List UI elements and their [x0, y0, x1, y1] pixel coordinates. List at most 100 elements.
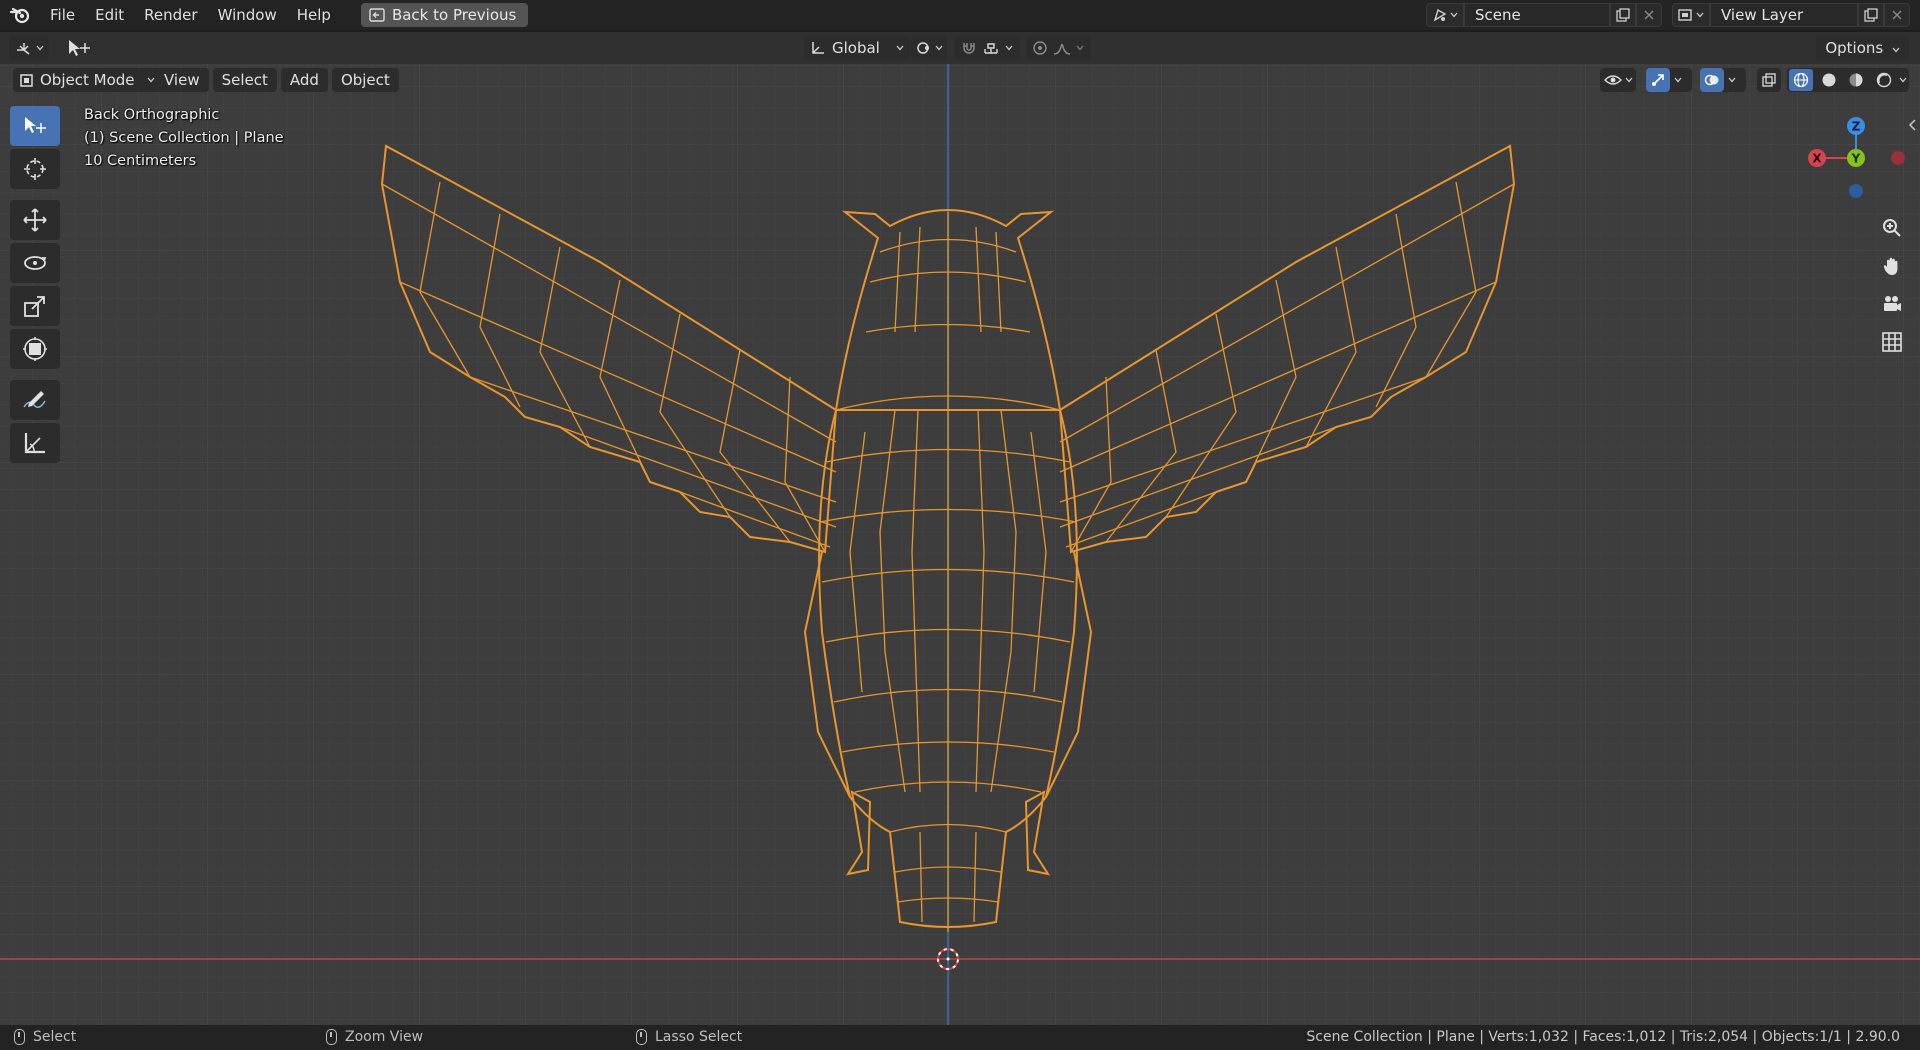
- 3d-viewport[interactable]: Back Orthographic (1) Scene Collection |…: [0, 32, 1920, 1025]
- orientation-dropdown[interactable]: Global: [804, 36, 910, 60]
- menu-object[interactable]: Object: [331, 68, 399, 92]
- shading-mode-group: [1787, 68, 1909, 92]
- view-layer-browse-button[interactable]: [1672, 3, 1710, 27]
- measure-icon[interactable]: [10, 423, 60, 463]
- scene-icon: [1433, 8, 1447, 22]
- material-shading-icon[interactable]: [1844, 69, 1868, 91]
- cursor-icon[interactable]: [10, 149, 60, 189]
- scene-name-field[interactable]: Scene: [1464, 3, 1610, 27]
- new-view-layer-button[interactable]: [1858, 3, 1884, 27]
- back-icon: [369, 8, 385, 22]
- proportional-editing-controls[interactable]: [1026, 36, 1090, 60]
- chevron-down-icon: [36, 45, 43, 51]
- chevron-down-icon: [1674, 77, 1682, 83]
- chevron-down-icon: [1892, 47, 1900, 53]
- chevron-down-icon: [1728, 77, 1736, 83]
- duplicate-icon: [1616, 8, 1630, 22]
- view-name-label: Back Orthographic: [84, 107, 220, 123]
- collection-label: (1) Scene Collection | Plane: [84, 130, 284, 146]
- blender-logo-icon[interactable]: [0, 0, 40, 30]
- new-scene-button[interactable]: [1610, 3, 1636, 27]
- menu-file[interactable]: File: [40, 0, 85, 30]
- view-layer-selector: View Layer: [1672, 3, 1910, 27]
- menu-window[interactable]: Window: [208, 0, 287, 30]
- options-label: Options: [1825, 39, 1884, 57]
- tweak-tool-icon[interactable]: [66, 38, 92, 62]
- editor-type-button[interactable]: [9, 36, 49, 60]
- menu-select[interactable]: Select: [212, 68, 277, 92]
- y-axis-label: Y: [1851, 152, 1861, 166]
- back-to-previous-label: Back to Previous: [391, 6, 517, 24]
- gizmo-icon[interactable]: [1646, 68, 1670, 92]
- navigation-buttons: [1874, 210, 1910, 362]
- solid-shading-icon[interactable]: [1817, 69, 1841, 91]
- menu-render[interactable]: Render: [134, 0, 207, 30]
- chevron-down-icon: [1899, 77, 1907, 83]
- delete-scene-button[interactable]: [1636, 3, 1662, 27]
- move-icon[interactable]: [10, 200, 60, 240]
- close-icon: [1644, 10, 1654, 20]
- xray-toggle[interactable]: [1757, 68, 1781, 92]
- status-middle-click: Zoom View: [326, 1029, 423, 1045]
- status-middle-click-label: Zoom View: [345, 1029, 424, 1045]
- status-right-click-label: Lasso Select: [655, 1029, 743, 1045]
- scene-browse-button[interactable]: [1426, 3, 1464, 27]
- status-left-click: Select: [14, 1029, 76, 1045]
- magnet-icon: [963, 43, 975, 54]
- left-toolbar: [10, 106, 62, 466]
- scale-icon[interactable]: [10, 286, 60, 326]
- menu-view[interactable]: View: [155, 68, 209, 92]
- status-right-click: Lasso Select: [636, 1029, 742, 1045]
- object-mode-icon: [20, 73, 33, 87]
- visibility-dropdown[interactable]: [1600, 68, 1636, 92]
- rotate-icon[interactable]: [10, 243, 60, 283]
- camera-icon[interactable]: [1874, 286, 1910, 322]
- gizmo-toggle[interactable]: [1646, 68, 1692, 92]
- wireframe-shading-icon[interactable]: [1789, 69, 1813, 91]
- status-left-click-label: Select: [33, 1029, 77, 1045]
- grid-scale-label: 10 Centimeters: [84, 153, 197, 169]
- menu-add[interactable]: Add: [280, 68, 328, 92]
- neg-x-axis-icon[interactable]: [1891, 151, 1905, 165]
- navigation-gizmo[interactable]: Z X Y: [1800, 106, 1910, 206]
- scene-selector: Scene: [1426, 3, 1662, 27]
- pan-hand-icon[interactable]: [1874, 248, 1910, 284]
- chevron-down-icon: [1696, 12, 1704, 18]
- close-icon: [1892, 10, 1902, 20]
- sidebar-toggle-icon[interactable]: [1908, 118, 1918, 132]
- neg-z-axis-icon[interactable]: [1849, 184, 1863, 198]
- delete-view-layer-button[interactable]: [1884, 3, 1910, 27]
- chevron-down-icon: [147, 77, 154, 83]
- orientation-icon: [812, 42, 824, 54]
- chevron-down-icon: [1625, 77, 1632, 83]
- mouse-right-icon: [636, 1029, 647, 1045]
- mode-dropdown[interactable]: Object Mode: [13, 68, 161, 92]
- chevron-down-icon: [896, 45, 904, 51]
- snap-controls[interactable]: [954, 36, 1020, 60]
- zoom-icon[interactable]: [1874, 210, 1910, 246]
- top-menu-bar: File Edit Render Window Help Back to Pre…: [0, 0, 1920, 30]
- duplicate-icon: [1864, 8, 1878, 22]
- pivot-point-dropdown[interactable]: [911, 36, 947, 60]
- select-box-icon[interactable]: [10, 106, 60, 146]
- mode-label: Object Mode: [40, 71, 135, 89]
- back-to-previous-button[interactable]: Back to Previous: [360, 3, 529, 27]
- options-dropdown[interactable]: Options: [1816, 36, 1909, 60]
- overlays-icon[interactable]: [1700, 68, 1724, 92]
- menu-help[interactable]: Help: [287, 0, 341, 30]
- viewport-header: Object Mode View Select Add Object: [0, 64, 1920, 94]
- x-axis-label: X: [1812, 152, 1822, 166]
- xray-icon: [1762, 73, 1776, 87]
- orientation-label: Global: [832, 39, 880, 57]
- overlays-toggle[interactable]: [1700, 68, 1746, 92]
- viewport-grid: [0, 32, 1920, 1025]
- view-layer-name-field[interactable]: View Layer: [1710, 3, 1858, 27]
- rendered-shading-icon[interactable]: [1872, 69, 1896, 91]
- menu-edit[interactable]: Edit: [85, 0, 134, 30]
- z-axis-label: Z: [1852, 120, 1861, 134]
- grid-icon[interactable]: [1874, 324, 1910, 360]
- transform-icon[interactable]: [10, 329, 60, 369]
- chevron-down-icon: [1076, 45, 1084, 51]
- view-layer-icon: [1678, 9, 1692, 21]
- annotate-icon[interactable]: [10, 380, 60, 420]
